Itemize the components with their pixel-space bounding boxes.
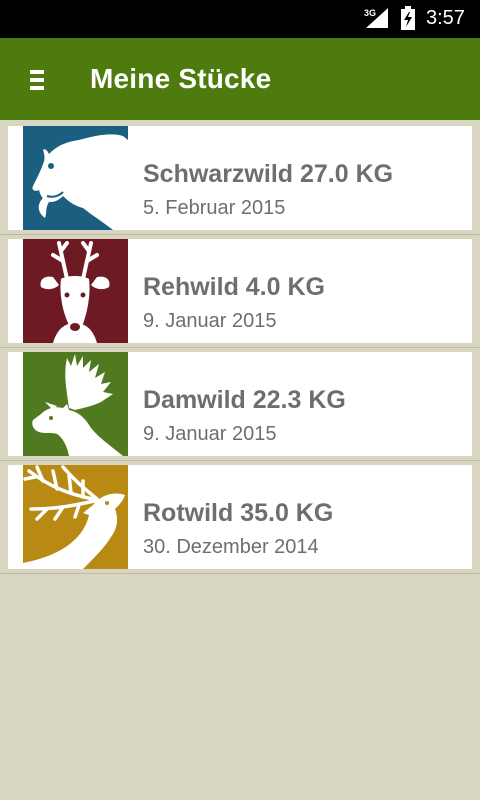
- list-item: Schwarzwild 27.0 KG 5. Februar 2015: [0, 122, 480, 235]
- clock: 3:57: [426, 7, 465, 29]
- catch-title: Rehwild 4.0 KG: [143, 273, 325, 301]
- list-item: Rehwild 4.0 KG 9. Januar 2015: [0, 235, 480, 348]
- catch-date: 9. Januar 2015: [143, 423, 277, 445]
- battery-charging-icon: [401, 6, 415, 30]
- catch-card-schwarzwild[interactable]: Schwarzwild 27.0 KG 5. Februar 2015: [8, 126, 472, 230]
- catch-card-damwild[interactable]: Damwild 22.3 KG 9. Januar 2015: [8, 352, 472, 456]
- page-title: Meine Stücke: [90, 63, 272, 94]
- catch-card-rotwild[interactable]: Rotwild 35.0 KG 30. Dezember 2014: [8, 465, 472, 569]
- boar-icon: [23, 126, 128, 230]
- list-item: Damwild 22.3 KG 9. Januar 2015: [0, 348, 480, 461]
- list-item: Rotwild 35.0 KG 30. Dezember 2014: [0, 461, 480, 574]
- menu-button[interactable]: [22, 65, 52, 95]
- red-deer-icon: [23, 465, 128, 569]
- status-bar: 3G 3:57: [0, 0, 480, 38]
- catch-card-rehwild[interactable]: Rehwild 4.0 KG 9. Januar 2015: [8, 239, 472, 343]
- catch-date: 5. Februar 2015: [143, 197, 286, 219]
- app-bar: Meine Stücke: [0, 38, 480, 120]
- menu-icon: [30, 70, 44, 74]
- catch-title: Damwild 22.3 KG: [143, 386, 346, 414]
- catch-date: 9. Januar 2015: [143, 310, 277, 332]
- catch-list: Schwarzwild 27.0 KG 5. Februar 2015 Rehw…: [0, 122, 480, 574]
- roe-deer-icon: [23, 239, 128, 343]
- fallow-deer-icon: [23, 352, 128, 456]
- catch-title: Rotwild 35.0 KG: [143, 499, 334, 527]
- catch-title: Schwarzwild 27.0 KG: [143, 160, 394, 188]
- catch-date: 30. Dezember 2014: [143, 536, 319, 558]
- signal-icon: [366, 8, 388, 28]
